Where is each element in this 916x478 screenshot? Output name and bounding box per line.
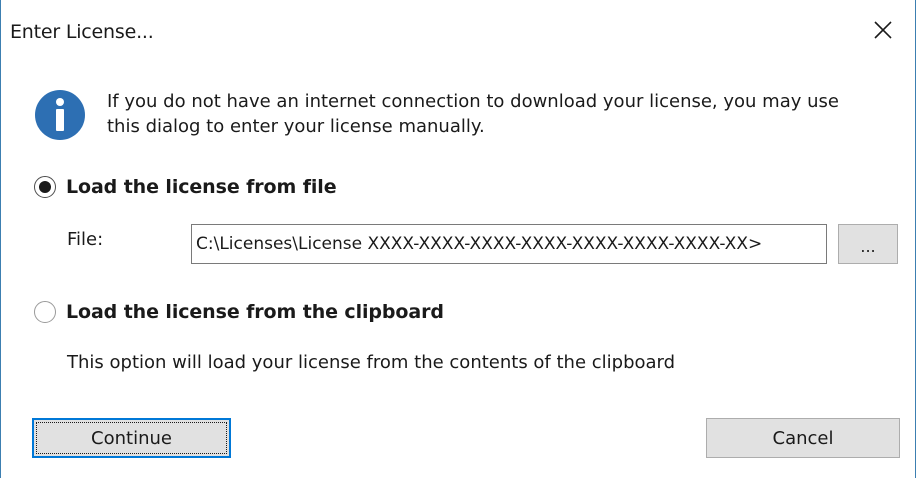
info-icon [34, 89, 86, 141]
continue-button-label: Continue [91, 427, 172, 449]
browse-button[interactable]: ... [838, 224, 898, 264]
close-icon [874, 21, 892, 39]
dialog-title: Enter License... [10, 21, 154, 43]
radio-button-unchecked[interactable] [34, 301, 56, 323]
continue-button[interactable]: Continue [32, 418, 231, 458]
enter-license-dialog: Enter License... If you do not have an i… [0, 0, 916, 478]
cancel-button[interactable]: Cancel [706, 418, 900, 458]
clipboard-option-description: This option will load your license from … [67, 352, 676, 373]
radio-load-from-file[interactable]: Load the license from file [34, 176, 337, 198]
cancel-button-label: Cancel [772, 427, 834, 449]
file-path-input[interactable] [191, 224, 827, 264]
info-message-line-1: If you do not have an internet connectio… [107, 91, 839, 112]
title-bar: Enter License... [1, 0, 915, 60]
radio-label-file[interactable]: Load the license from file [66, 176, 337, 198]
file-field-label: File: [67, 229, 104, 250]
radio-label-clipboard[interactable]: Load the license from the clipboard [66, 301, 444, 323]
info-message-line-2: this dialog to enter your license manual… [107, 116, 485, 137]
info-message: If you do not have an internet connectio… [107, 89, 907, 139]
close-button[interactable] [851, 0, 915, 60]
radio-dot [39, 181, 51, 193]
radio-load-from-clipboard[interactable]: Load the license from the clipboard [34, 301, 444, 323]
radio-button-checked[interactable] [34, 176, 56, 198]
